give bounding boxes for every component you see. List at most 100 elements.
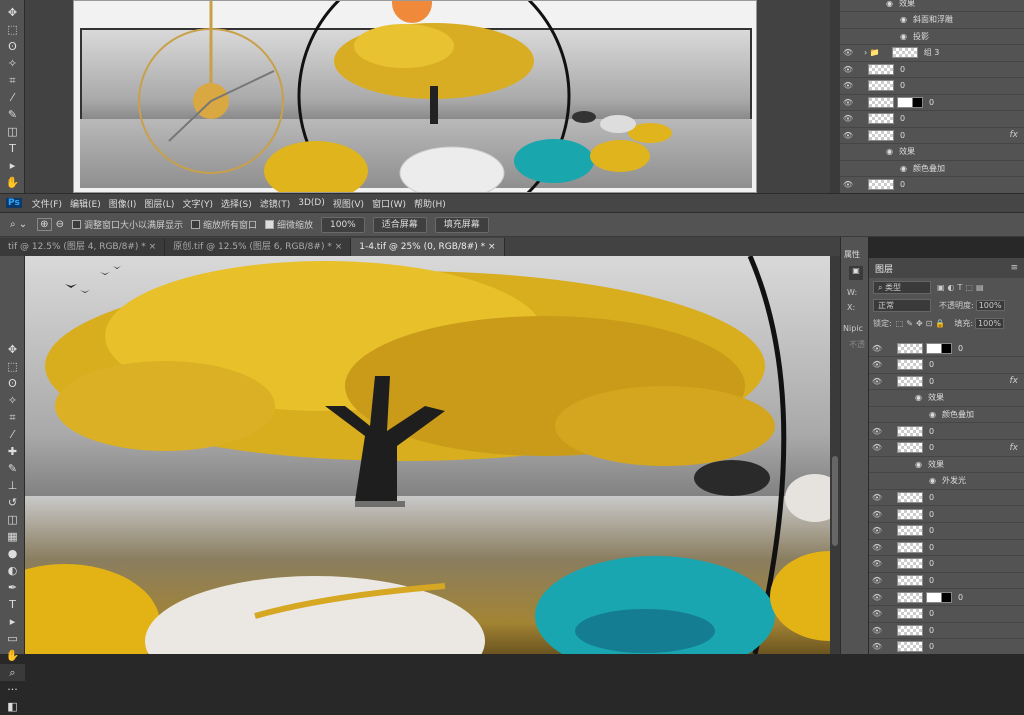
hand-tool-icon-2[interactable]: ✋ (0, 647, 25, 664)
resize-windows-checkbox[interactable] (71, 220, 81, 229)
layer-row[interactable]: 👁 0 (840, 177, 1024, 193)
healing-tool-icon[interactable]: ✚ (0, 443, 25, 460)
visibility-eye-icon[interactable]: 👁 (840, 65, 856, 74)
fit-screen-button[interactable]: 适合屏幕 (372, 216, 427, 233)
effect-eye-icon[interactable]: ◉ (900, 15, 907, 24)
visibility-eye-icon[interactable]: 👁 (869, 493, 885, 502)
layer-row[interactable]: 👁 0 (869, 622, 1024, 640)
visibility-eye-icon[interactable]: 👁 (840, 98, 856, 107)
layer-effect-row[interactable]: ◉ 投影 (840, 28, 1024, 45)
visibility-eye-icon[interactable]: 👁 (869, 559, 885, 568)
layer-effect-row[interactable]: ◉ 颜色叠加 (869, 406, 1024, 424)
hand-tool-icon[interactable]: ✋ (0, 174, 25, 191)
effect-eye-icon[interactable]: ◉ (886, 0, 893, 8)
folder-icon[interactable]: › 📁 (864, 48, 880, 57)
history-brush-icon[interactable]: ↺ (0, 494, 25, 511)
fx-icon[interactable]: fx (1010, 443, 1019, 453)
visibility-eye-icon[interactable]: 👁 (840, 81, 856, 90)
close-icon[interactable]: × (488, 242, 496, 252)
layer-row[interactable]: 👁 0 (869, 589, 1024, 606)
menu-filter[interactable]: 滤镜(T) (256, 197, 295, 210)
effect-eye-icon[interactable]: ◉ (900, 32, 907, 41)
visibility-eye-icon[interactable]: 👁 (869, 377, 885, 386)
layer-effect-row[interactable]: ◉ 斜面和浮雕 (840, 12, 1024, 29)
main-canvas[interactable] (25, 256, 830, 654)
effect-eye-icon[interactable]: ◉ (915, 393, 922, 402)
opacity-input[interactable]: 100% (975, 299, 1005, 311)
layer-effect-row[interactable]: ◉ 外发光 (869, 473, 1024, 490)
layer-row[interactable]: 👁 0 (869, 340, 1024, 357)
visibility-eye-icon[interactable]: 👁 (869, 543, 885, 552)
effect-eye-icon[interactable]: ◉ (915, 460, 922, 469)
path-select-icon-2[interactable]: ▸ (0, 613, 25, 630)
layer-effect-row[interactable]: ◉ 颜色叠加 (840, 160, 1024, 177)
eraser-tool-icon-2[interactable]: ◫ (0, 511, 25, 528)
layer-row[interactable]: 👁 0 (869, 506, 1024, 523)
zoom-tool-icon[interactable]: ⌕ (0, 664, 25, 681)
layer-row[interactable]: 👁 0 (869, 489, 1024, 507)
gradient-tool-icon[interactable]: ▦ (0, 528, 25, 545)
zoom-tool-preset-icon[interactable]: ⌕ ⌄ (10, 219, 27, 230)
effect-eye-icon[interactable]: ◉ (900, 164, 907, 173)
path-select-icon[interactable]: ▸ (0, 157, 25, 174)
marquee-tool-icon-2[interactable]: ⬚ (0, 358, 25, 375)
visibility-eye-icon[interactable]: 👁 (840, 48, 856, 57)
tab-doc-2[interactable]: 原创.tif @ 12.5% (图层 6, RGB/8#) * × (165, 238, 352, 256)
layer-row[interactable]: 👁 0 (869, 423, 1024, 440)
shape-tool-icon[interactable]: ▭ (0, 630, 25, 647)
menu-help[interactable]: 帮助(H) (410, 197, 450, 210)
zoom-all-checkbox[interactable] (190, 220, 200, 229)
layer-row[interactable]: 👁 0 (869, 523, 1024, 540)
move-tool-icon[interactable]: ✥ (0, 4, 25, 21)
dodge-tool-icon[interactable]: ◐ (0, 562, 25, 579)
zoom-100-button[interactable]: 100% (321, 216, 365, 233)
marquee-tool-icon[interactable]: ⬚ (0, 21, 25, 38)
crop-tool-icon[interactable]: ⌗ (0, 72, 25, 89)
visibility-eye-icon[interactable]: 👁 (869, 593, 885, 602)
properties-icon[interactable]: ▣ (849, 266, 863, 280)
scrollbar-main[interactable] (830, 256, 840, 654)
effect-eye-icon[interactable]: ◉ (886, 147, 893, 156)
text-tool-icon-2[interactable]: T (0, 596, 25, 613)
layer-effect-row[interactable]: ◉ 效果 (840, 0, 1024, 12)
menu-layer[interactable]: 图层(L) (140, 197, 178, 210)
visibility-eye-icon[interactable]: 👁 (869, 427, 885, 436)
layer-row[interactable]: 👁 0 (840, 78, 1024, 95)
move-tool-icon-2[interactable]: ✥ (0, 341, 25, 358)
visibility-eye-icon[interactable]: 👁 (840, 114, 856, 123)
filter-icons[interactable]: ▣◐T⬚▤ (937, 283, 987, 292)
layer-row[interactable]: 👁 0 (840, 61, 1024, 78)
layer-row[interactable]: 👁 0 (840, 94, 1024, 111)
menu-3d[interactable]: 3D(D) (294, 198, 329, 208)
layer-effect-row[interactable]: ◉ 效果 (840, 144, 1024, 161)
more-tools-icon[interactable]: ··· (0, 681, 25, 698)
visibility-eye-icon[interactable]: 👁 (869, 360, 885, 369)
text-tool-icon[interactable]: T (0, 140, 25, 157)
brush-tool-icon[interactable]: ✎ (0, 106, 25, 123)
tab-doc-1[interactable]: tif @ 12.5% (图层 4, RGB/8#) * × (0, 238, 166, 256)
layer-row[interactable]: 👁 0 (869, 606, 1024, 623)
layer-row[interactable]: 👁 0 (869, 357, 1024, 374)
eyedropper-icon-2[interactable]: ⁄ (0, 426, 25, 443)
fx-icon[interactable]: fx (1010, 376, 1019, 386)
lasso-tool-icon[interactable]: ʘ (0, 38, 25, 55)
visibility-eye-icon[interactable]: 👁 (869, 344, 885, 353)
effect-eye-icon[interactable]: ◉ (929, 410, 936, 419)
lock-icons[interactable]: ⬚✎✥⊡🔒 (896, 319, 949, 328)
layer-row[interactable]: 👁 0 (869, 539, 1024, 557)
scrollbar-top[interactable] (830, 0, 840, 193)
visibility-eye-icon[interactable]: 👁 (869, 526, 885, 535)
close-icon[interactable]: × (149, 242, 157, 252)
eraser-tool-icon[interactable]: ◫ (0, 123, 25, 140)
blend-mode-select[interactable]: 正常 (873, 298, 931, 312)
zoom-out-icon[interactable]: ⊖ (56, 219, 64, 230)
menu-window[interactable]: 窗口(W) (368, 197, 410, 210)
layer-effect-row[interactable]: ◉ 效果 (869, 390, 1024, 407)
menu-type[interactable]: 文字(Y) (178, 197, 217, 210)
stamp-tool-icon[interactable]: ⊥ (0, 477, 25, 494)
filter-kind-select[interactable]: ⌕ 类型 (873, 280, 931, 294)
crop-tool-icon-2[interactable]: ⌗ (0, 409, 25, 426)
fill-screen-button[interactable]: 填充屏幕 (434, 216, 489, 233)
eyedropper-icon[interactable]: ⁄ (0, 89, 25, 106)
layer-group-row[interactable]: 👁 › 📁 组 3 (840, 45, 1024, 62)
